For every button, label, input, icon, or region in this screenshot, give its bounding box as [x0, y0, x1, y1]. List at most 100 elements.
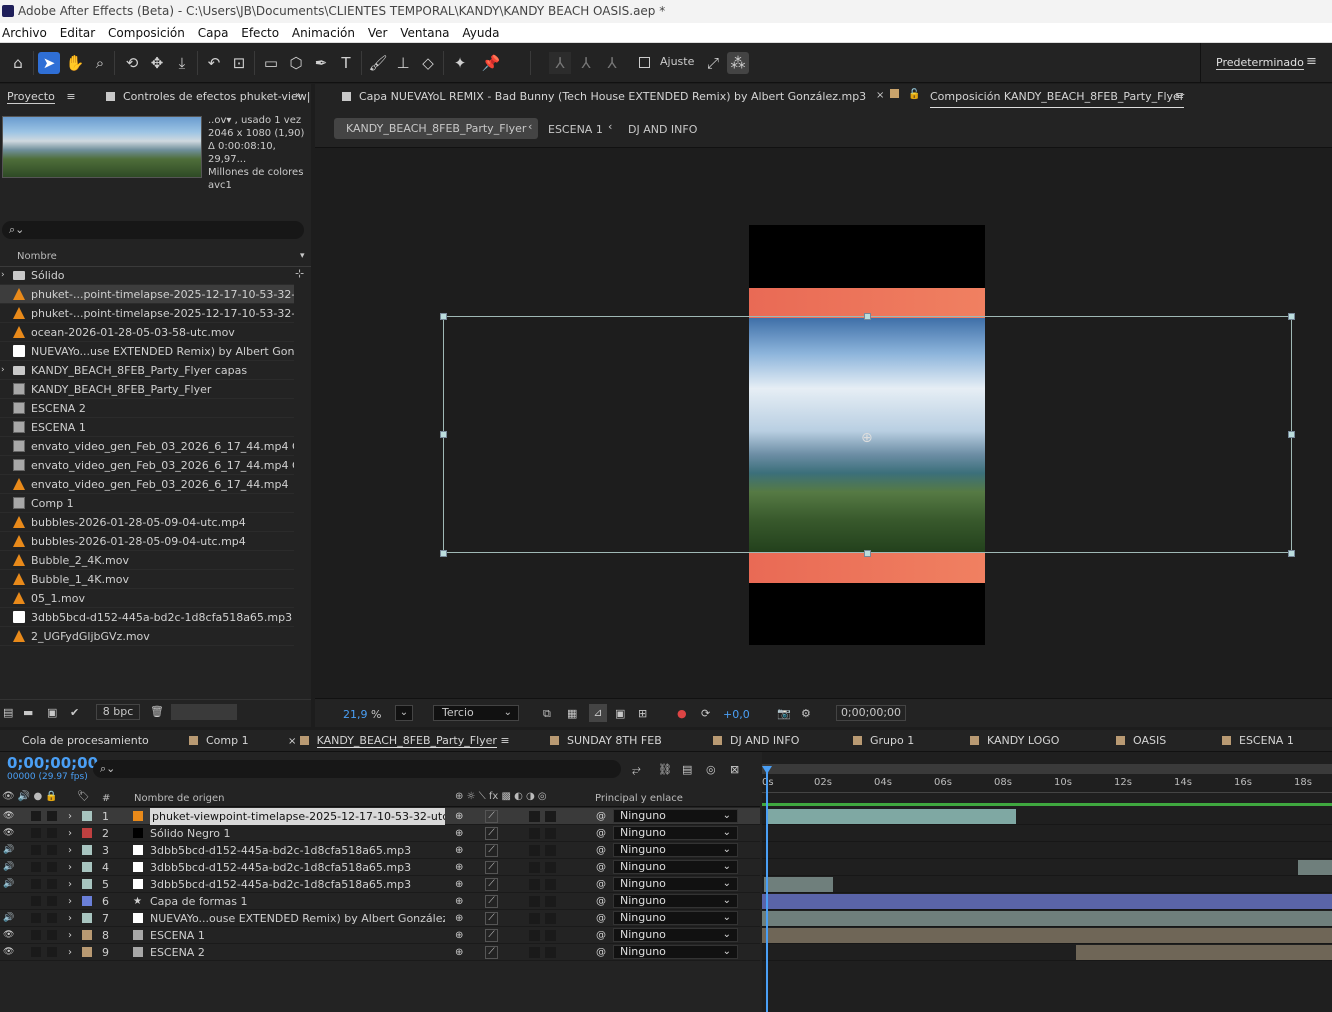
layer-source-name[interactable]: phuket-viewpoint-timelapse-2025-12-17-10… — [150, 808, 445, 825]
panel-menu-icon[interactable]: ≡ — [497, 734, 509, 747]
eraser-tool-icon[interactable]: ◇ — [417, 52, 439, 74]
lock-icon[interactable]: 🔓 — [908, 89, 920, 100]
pickwhip-icon[interactable]: @ — [596, 876, 606, 893]
composition-tab[interactable]: × 🔓 Composición KANDY_BEACH_8FEB_Party_F… — [870, 84, 1332, 110]
roto-brush-tool-icon[interactable]: ✦ — [449, 52, 471, 74]
pickwhip-icon[interactable]: @ — [596, 825, 606, 842]
layer-source-name[interactable]: ESCENA 1 — [150, 927, 205, 944]
lock-toggle[interactable] — [47, 930, 57, 940]
expand-chevron-icon[interactable]: › — [68, 893, 72, 910]
snap-grid-icon[interactable]: ⁂ — [727, 52, 749, 74]
shy-switch-icon[interactable]: ⊕ — [455, 927, 463, 944]
quality-switch-icon[interactable]: ⟋ — [485, 912, 498, 925]
breadcrumb-kandy-beach[interactable]: KANDY_BEACH_8FEB_Party_Flyer — [334, 118, 539, 139]
shy-switch-icon[interactable]: ⊕ — [455, 876, 463, 893]
lock-toggle[interactable] — [47, 896, 57, 906]
timeline-layer-row[interactable]: 👁 › 8 ESCENA 1 ⊕ ⟋ @ Ninguno ⌄ — [0, 927, 760, 944]
breadcrumb-dj-and-info[interactable]: DJ AND INFO — [628, 123, 697, 136]
timeline-layer-row[interactable]: 👁 › 9 ESCENA 2 ⊕ ⟋ @ Ninguno ⌄ — [0, 944, 760, 961]
frame-blending-icon[interactable]: ◎ — [706, 763, 716, 776]
viewer-timecode[interactable]: 0;00;00;00 — [836, 705, 906, 721]
lock-toggle[interactable] — [47, 879, 57, 889]
menu-efecto[interactable]: Efecto — [239, 23, 286, 43]
quality-switch-icon[interactable]: ⟋ — [485, 844, 498, 857]
shy-switch-icon[interactable]: ⊕ — [455, 842, 463, 859]
lock-toggle[interactable] — [47, 862, 57, 872]
parent-dropdown[interactable]: Ninguno ⌄ — [613, 894, 738, 908]
quality-switch-icon[interactable]: ⟋ — [485, 895, 498, 908]
project-item[interactable]: › KANDY_BEACH_8FEB_Party_Flyer capas — [0, 361, 294, 380]
fast-preview-icon[interactable]: ⧉ — [543, 707, 551, 721]
layer-source-name[interactable]: ESCENA 2 — [150, 944, 205, 961]
anchor-point-icon[interactable]: ⊕ — [861, 430, 873, 446]
solo-toggle[interactable] — [31, 862, 41, 872]
panel-menu-icon[interactable]: ≡ — [66, 90, 75, 103]
solo-toggle[interactable] — [31, 913, 41, 923]
project-item[interactable]: 05_1.mov — [0, 589, 294, 608]
adjustment-switch[interactable] — [529, 879, 540, 890]
3d-layer-switch[interactable] — [545, 862, 556, 873]
bit-depth-button[interactable]: 8 bpc — [96, 704, 140, 720]
menu-editar[interactable]: Editar — [58, 23, 103, 43]
timeline-layer-row[interactable]: 👁 › 2 Sólido Negro 1 ⊕ ⟋ @ Ninguno ⌄ — [0, 825, 760, 842]
sort-icon[interactable]: ▾ — [300, 251, 305, 261]
project-item[interactable]: ESCENA 2 — [0, 399, 294, 418]
shy-layers-icon[interactable]: ▤ — [682, 763, 692, 776]
menu-ver[interactable]: Ver — [366, 23, 395, 43]
clone-stamp-tool-icon[interactable]: ⊥ — [392, 52, 414, 74]
color-channels-icon[interactable]: ● — [677, 707, 687, 720]
timeline-tracks-area[interactable]: 0s02s04s06s08s10s12s14s16s18s — [762, 752, 1332, 1012]
shy-switch-icon[interactable]: ⊕ — [455, 825, 463, 842]
quality-switch-icon[interactable]: ⟋ — [485, 946, 498, 959]
solo-toggle[interactable] — [31, 828, 41, 838]
adjustment-switch[interactable] — [529, 828, 540, 839]
parent-dropdown[interactable]: Ninguno ⌄ — [613, 877, 738, 891]
composition-canvas[interactable]: ⊕ — [749, 225, 985, 645]
home-icon[interactable]: ⌂ — [7, 52, 29, 74]
project-item[interactable]: phuket-...point-timelapse-2025-12-17-10-… — [0, 304, 294, 323]
quality-switch-icon[interactable]: ⟋ — [485, 929, 498, 942]
flowchart-icon[interactable]: ⊹ — [295, 267, 304, 280]
layer-source-name[interactable]: Capa de formas 1 — [150, 893, 248, 910]
parent-dropdown[interactable]: Ninguno ⌄ — [613, 945, 738, 959]
shy-switch-icon[interactable]: ⊕ — [455, 910, 463, 927]
timeline-tab[interactable]: × KANDY_BEACH_8FEB_Party_Flyer ≡ — [288, 728, 510, 754]
project-item[interactable]: ESCENA 1 — [0, 418, 294, 437]
label-color-swatch[interactable] — [82, 879, 92, 889]
3d-shape-tool-icon[interactable]: ⬡ — [285, 52, 307, 74]
rectangle-tool-icon[interactable]: ▭ — [260, 52, 282, 74]
timeline-layer-row[interactable]: 🔊 › 4 3dbb5bcd-d152-445a-bd2c-1d8cfa518a65.… — [0, 859, 760, 876]
project-item[interactable]: envato_video_gen_Feb_03_2026_6_17_44.mp4… — [0, 437, 294, 456]
world-axis-icon[interactable]: ⅄ — [575, 52, 597, 74]
layer-duration-bar[interactable] — [1298, 860, 1332, 875]
playhead-handle-icon[interactable] — [762, 766, 772, 774]
lock-toggle[interactable] — [47, 828, 57, 838]
solo-toggle[interactable] — [31, 845, 41, 855]
timeline-tab[interactable]: Grupo 1 — [853, 728, 914, 754]
visibility-toggle-icon[interactable]: 👁 — [3, 825, 14, 842]
project-item[interactable]: envato_video_gen_Feb_03_2026_6_17_44.mp4… — [0, 456, 294, 475]
effects-controls-tab[interactable]: Controles de efectos phuket-view| — [106, 84, 310, 110]
timeline-layer-row[interactable]: › 6 ★ Capa de formas 1 ⊕ ⟋ @ Ninguno ⌄ — [0, 893, 760, 910]
layer-duration-bar[interactable] — [764, 877, 833, 892]
zoom-dropdown-chevron-icon[interactable]: ⌄ — [395, 705, 413, 721]
project-item[interactable]: KANDY_BEACH_8FEB_Party_Flyer — [0, 380, 294, 399]
source-name-column-label[interactable]: Nombre de origen — [134, 793, 224, 804]
menu-ventana[interactable]: Ventana — [398, 23, 456, 43]
3d-layer-switch[interactable] — [545, 930, 556, 941]
layer-duration-bar[interactable] — [767, 809, 1016, 824]
workspace-selector[interactable]: Predeterminado — [1216, 56, 1304, 70]
puppet-pin-tool-icon[interactable]: 📌 — [480, 52, 502, 74]
view-axis-icon[interactable]: ⅄ — [601, 52, 623, 74]
layer-duration-bar[interactable] — [1076, 945, 1332, 960]
label-color-swatch[interactable] — [82, 845, 92, 855]
snapshot-camera-icon[interactable]: 📷 — [777, 707, 791, 720]
adjustment-switch[interactable] — [529, 930, 540, 941]
project-item[interactable]: 3dbb5bcd-d152-445a-bd2c-1d8cfa518a65.mp3 — [0, 608, 294, 627]
project-item[interactable]: Bubble_1_4K.mov — [0, 570, 294, 589]
reset-exposure-icon[interactable]: ⟳ — [701, 707, 710, 720]
lock-toggle[interactable] — [47, 845, 57, 855]
snap-options-icon[interactable]: ⤢ — [702, 52, 724, 74]
transparency-grid-icon[interactable]: ▦ — [567, 707, 577, 720]
rotate-tool-icon[interactable]: ↶ — [203, 52, 225, 74]
